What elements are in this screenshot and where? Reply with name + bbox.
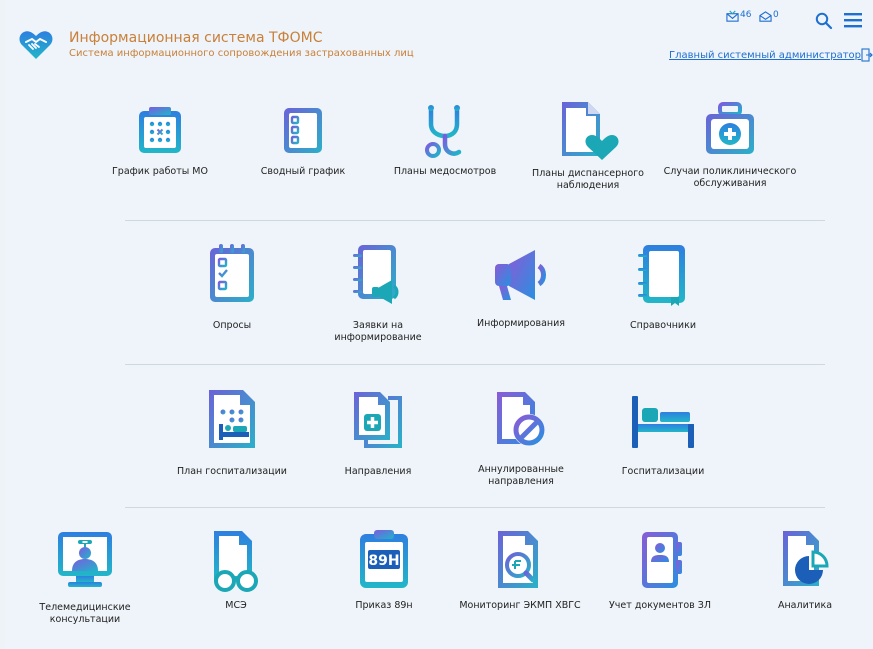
checklist-icon <box>284 108 322 153</box>
person-document-icon <box>642 532 682 588</box>
tile-order-89n[interactable]: 89H Приказ 89н <box>314 528 454 612</box>
tile-label: Информирования <box>477 318 565 329</box>
tile-label: Приказ 89н <box>355 600 413 611</box>
row-divider <box>125 507 825 508</box>
order-89h-icon: 89H <box>360 530 408 588</box>
tile-ekmp-monitoring[interactable]: Мониторинг ЭКМП ХВГС <box>450 528 590 612</box>
tile-informing[interactable]: Информирования <box>451 248 591 330</box>
messages-count: 46 <box>740 10 752 20</box>
tile-label: Случаи поликлинического обслуживания <box>663 166 797 189</box>
app-title: Информационная система ТФОМС <box>69 30 323 46</box>
tile-label: Мониторинг ЭКМП ХВГС <box>459 600 581 611</box>
tile-label: Сводный график <box>260 166 346 177</box>
order-number-text: 89H <box>368 553 399 569</box>
envelope-icon <box>726 10 739 22</box>
tile-label: График работы МО <box>112 166 208 177</box>
tile-cancelled-referrals[interactable]: Аннулированные направления <box>451 388 591 488</box>
tile-label: Планы медосмотров <box>393 166 497 177</box>
app-subtitle: Система информационного сопровождения за… <box>69 48 414 59</box>
tile-hospitalizations[interactable]: Госпитализации <box>593 394 733 478</box>
tile-work-schedule[interactable]: График работы МО <box>90 104 230 178</box>
document-glasses-icon <box>214 531 258 592</box>
tile-label: МСЭ <box>225 600 247 611</box>
notebook-icon <box>638 245 685 306</box>
referral-icon <box>354 392 402 448</box>
messages-button[interactable]: 46 <box>726 10 751 32</box>
row-divider <box>125 220 825 221</box>
tile-label: Справочники <box>629 320 697 331</box>
tile-telemedicine[interactable]: Телемедицинские консультации <box>15 528 155 626</box>
tile-dispensary-plans[interactable]: Планы диспансерного наблюдения <box>518 100 658 192</box>
tile-label: Направления <box>344 466 412 477</box>
current-user-link[interactable]: Главный системный администратор <box>669 50 861 61</box>
tile-reference-books[interactable]: Справочники <box>593 242 733 332</box>
tile-label: Планы диспансерного наблюдения <box>532 168 644 191</box>
notebook-megaphone-icon <box>353 245 399 304</box>
telemedicine-icon <box>58 532 112 587</box>
tile-info-requests[interactable]: Заявки на информирование <box>308 242 448 344</box>
tile-hospitalization-plan[interactable]: План госпитализации <box>162 388 302 478</box>
tile-analytics[interactable]: Аналитика <box>735 528 873 612</box>
stethoscope-icon <box>425 105 462 158</box>
tile-polyclinic-cases[interactable]: Случаи поликлинического обслуживания <box>660 100 800 190</box>
tile-checkup-plans[interactable]: Планы медосмотров <box>375 104 515 178</box>
mail-button[interactable]: 0 <box>759 10 779 32</box>
tile-label: Учет документов ЗЛ <box>609 600 711 611</box>
megaphone-icon <box>495 250 546 300</box>
tile-zl-documents[interactable]: Учет документов ЗЛ <box>590 528 730 612</box>
logout-icon[interactable] <box>861 48 873 62</box>
tile-label: Госпитализации <box>621 466 705 477</box>
tile-label: Телемедицинские консультации <box>39 602 131 625</box>
cancelled-document-icon <box>497 392 545 446</box>
tile-summary-schedule[interactable]: Сводный график <box>233 104 373 178</box>
survey-clipboard-icon <box>210 244 254 302</box>
medical-bag-icon <box>706 102 754 154</box>
tile-surveys[interactable]: Опросы <box>162 242 302 332</box>
tile-label: Аннулированные направления <box>478 464 564 487</box>
calendar-grid-icon <box>139 107 181 153</box>
app-frame: Информационная система ТФОМС Система инф… <box>5 0 873 649</box>
row-divider <box>125 364 825 365</box>
tile-label: Аналитика <box>777 600 833 611</box>
document-magnifier-icon <box>498 531 538 588</box>
tile-referrals[interactable]: Направления <box>308 388 448 478</box>
tile-label: Заявки на информирование <box>334 320 422 343</box>
document-heart-icon <box>562 102 619 160</box>
hospital-plan-icon <box>209 390 255 448</box>
search-icon[interactable] <box>815 12 833 30</box>
handshake-heart-logo[interactable] <box>18 26 54 62</box>
open-envelope-icon <box>759 11 772 22</box>
tile-label: План госпитализации <box>177 466 287 477</box>
hospital-bed-icon <box>632 396 694 448</box>
menu-icon[interactable] <box>843 11 863 29</box>
mail-count: 0 <box>773 10 779 20</box>
app-header: Информационная система ТФОМС Система инф… <box>5 0 873 78</box>
document-chart-icon <box>783 531 829 586</box>
tile-mse[interactable]: МСЭ <box>166 528 306 612</box>
tile-label: Опросы <box>212 320 252 331</box>
